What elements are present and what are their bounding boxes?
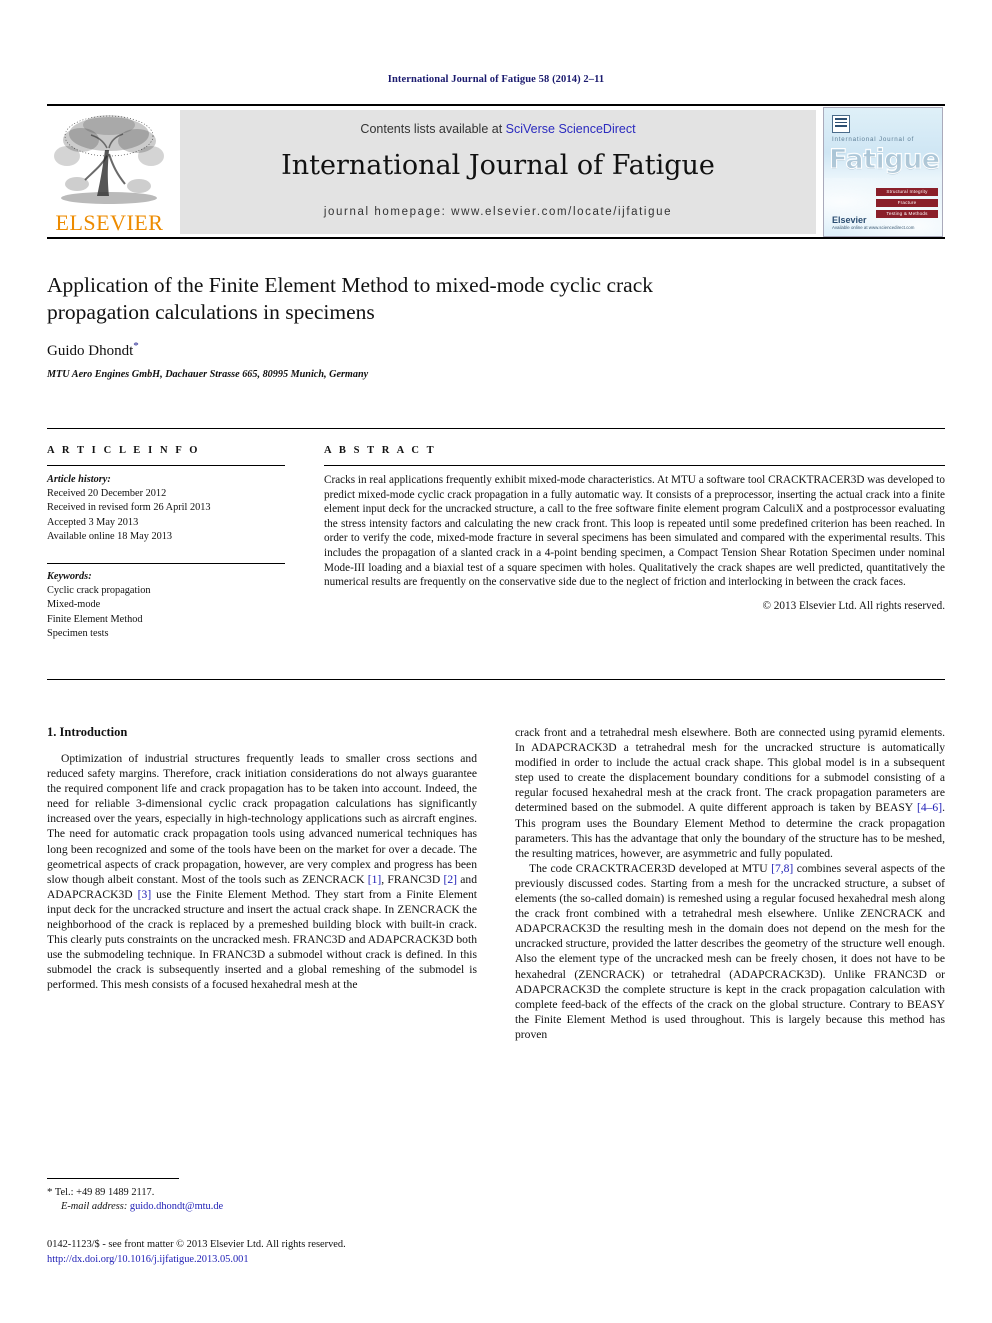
affiliation: MTU Aero Engines GmbH, Dachauer Strasse … [47, 369, 369, 380]
section-heading-introduction: 1. Introduction [47, 725, 128, 739]
footnote-tel-line: * Tel.: +49 89 1489 2117. [47, 1185, 477, 1200]
history-item: Available online 18 May 2013 [47, 530, 173, 542]
cover-foot-text: Available online at www.sciencedirect.co… [832, 225, 915, 230]
cover-title: Fatigue [829, 144, 941, 176]
footnote-rule [47, 1178, 179, 1179]
paper-page: International Journal of Fatigue 58 (201… [0, 0, 992, 1323]
title-block: Application of the Finite Element Method… [47, 272, 945, 380]
keywords-rule [47, 563, 285, 565]
keyword-item: Mixed-mode [47, 599, 101, 611]
abstract-column: A B S T R A C T Cracks in real applicati… [324, 445, 945, 612]
elsevier-tree-icon [54, 115, 164, 204]
journal-homepage-line[interactable]: journal homepage: www.elsevier.com/locat… [180, 206, 816, 218]
cover-footer: Elsevier Available online at www.science… [832, 215, 932, 230]
citation-ref[interactable]: [7,8] [771, 862, 793, 875]
paragraph-text: Optimization of industrial structures fr… [47, 752, 477, 886]
author-list: Guido Dhondt* [47, 340, 945, 360]
abstract-copyright: © 2013 Elsevier Ltd. All rights reserved… [762, 599, 946, 612]
elsevier-wordmark: ELSEVIER [55, 210, 164, 235]
elsevier-logo: ELSEVIER [47, 110, 172, 235]
article-info-rule [47, 465, 285, 466]
keyword-item: Finite Element Method [47, 613, 143, 625]
footnote-block: * Tel.: +49 89 1489 2117. E-mail address… [47, 1185, 477, 1214]
info-top-rule [47, 428, 945, 429]
masthead-top-rule [47, 104, 945, 106]
footnote-tel: Tel.: +49 89 1489 2117. [52, 1187, 155, 1198]
masthead-gray-band: Contents lists available at SciVerse Sci… [180, 110, 816, 234]
sciencedirect-link[interactable]: SciVerse ScienceDirect [506, 122, 636, 136]
email-address-link[interactable]: guido.dhondt@mtu.de [130, 1201, 223, 1212]
paragraph: The code CRACKTRACER3D developed at MTU … [515, 861, 945, 1042]
paragraph-text: crack front and a tetrahedral mesh elsew… [515, 726, 945, 815]
journal-title: International Journal of Fatigue [281, 150, 715, 181]
cover-elsevier-logo: Elsevier [832, 215, 867, 225]
footnote-email-line: E-mail address: guido.dhondt@mtu.de [47, 1200, 477, 1214]
citation-ref[interactable]: [2] [443, 873, 457, 886]
issn-copyright-line: 0142-1123/$ - see front matter © 2013 El… [47, 1239, 346, 1250]
body-column-left: 1. Introduction Optimization of industri… [47, 725, 477, 993]
citation-ref[interactable]: [1] [368, 873, 382, 886]
article-history-label: Article history: [47, 474, 111, 485]
paragraph-text: The code CRACKTRACER3D developed at MTU [529, 861, 772, 875]
article-info-heading: A R T I C L E I N F O [47, 445, 201, 456]
abstract-rule [324, 465, 945, 466]
masthead-bottom-rule [47, 237, 945, 239]
history-item: Received 20 December 2012 [47, 488, 167, 499]
author-name: Guido Dhondt [47, 343, 134, 359]
cover-superline: International Journal of [832, 136, 915, 143]
running-head: International Journal of Fatigue 58 (201… [387, 74, 605, 85]
journal-masthead: ELSEVIER Contents lists available at Sci… [47, 104, 945, 239]
body-column-right: crack front and a tetrahedral mesh elsew… [515, 725, 945, 1042]
article-info-column: A R T I C L E I N F O Article history: R… [47, 445, 285, 641]
contents-available-line: Contents lists available at SciVerse Sci… [180, 122, 816, 136]
history-item: Received in revised form 26 April 2013 [47, 502, 211, 514]
page-title: Application of the Finite Element Method… [47, 273, 653, 324]
cover-emblem-icon [832, 115, 850, 133]
paragraph-text: , FRANC3D [381, 872, 444, 886]
doi-link[interactable]: http://dx.doi.org/10.1016/j.ijfatigue.20… [47, 1253, 607, 1268]
email-address-label: E-mail address: [61, 1201, 128, 1212]
contents-prefix: Contents lists available at [360, 122, 506, 136]
paragraph-text: use the Finite Element Method. They star… [47, 887, 478, 992]
keywords-label: Keywords: [47, 571, 92, 583]
citation-ref[interactable]: [4–6] [917, 801, 942, 814]
author-footnote-marker[interactable]: * [133, 340, 139, 352]
paragraph: Optimization of industrial structures fr… [47, 751, 477, 993]
keyword-item: Cyclic crack propagation [47, 585, 151, 597]
keyword-item: Specimen tests [47, 628, 109, 640]
citation-ref[interactable]: [3] [138, 888, 152, 901]
paragraph: crack front and a tetrahedral mesh elsew… [515, 725, 945, 861]
history-item: Accepted 3 May 2013 [47, 516, 139, 528]
paragraph-text: combines several aspects of the previous… [515, 861, 945, 1041]
cover-bar: Fracture [876, 199, 938, 207]
abstract-heading: A B S T R A C T [324, 445, 437, 456]
abstract-text: Cracks in real applications frequently e… [324, 474, 945, 589]
cover-bar: Structural Integrity [876, 188, 938, 196]
journal-cover-thumbnail: International Journal of Fatigue Structu… [823, 107, 943, 237]
abstract-bottom-rule [47, 679, 945, 680]
page-footer: 0142-1123/$ - see front matter © 2013 El… [47, 1238, 607, 1267]
